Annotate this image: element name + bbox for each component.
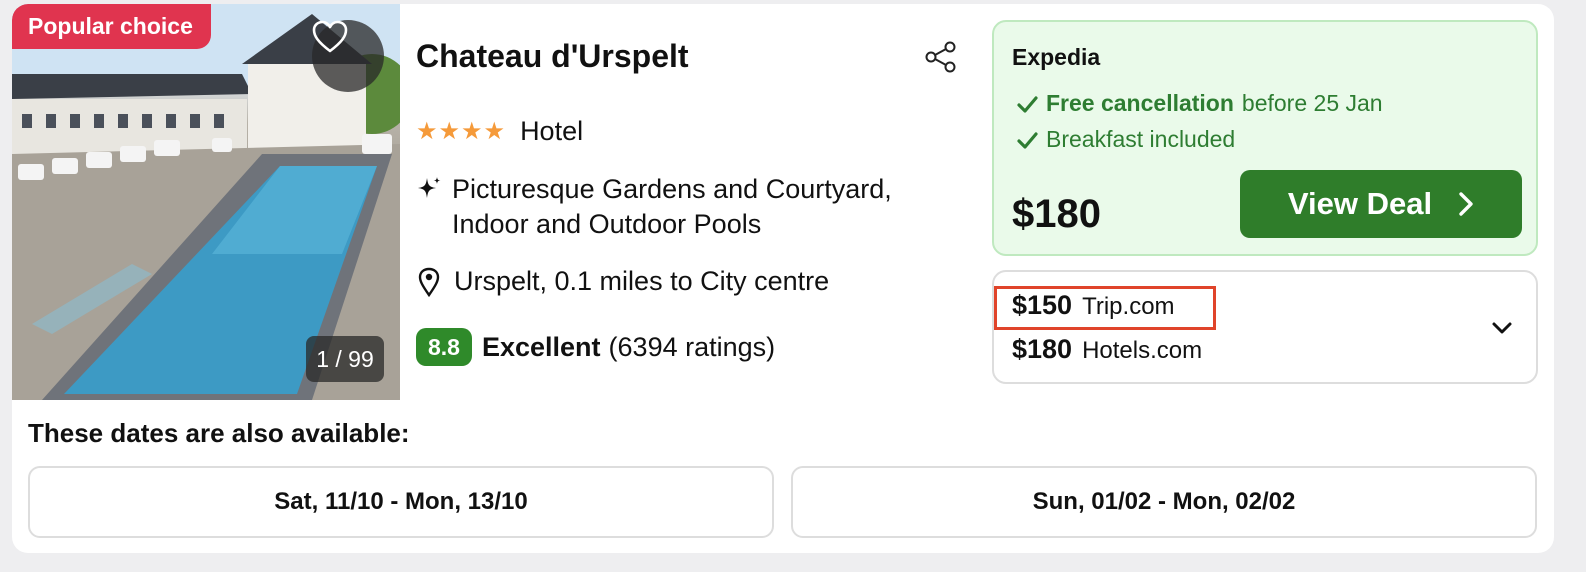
check-icon — [1017, 95, 1038, 113]
perk-breakfast: Breakfast included — [1016, 126, 1235, 153]
other-offers[interactable]: $150 Trip.com $180 Hotels.com — [992, 270, 1538, 384]
chevron-down-icon[interactable] — [1490, 316, 1514, 340]
share-button[interactable] — [924, 40, 958, 74]
perk-text: before 25 Jan — [1241, 90, 1383, 116]
view-deal-button[interactable]: View Deal — [1240, 170, 1522, 238]
offer-row[interactable]: $180 Hotels.com — [1012, 334, 1202, 365]
share-icon — [925, 41, 956, 73]
hotel-info: Chateau d'Urspelt ★★★★ Hotel Picturesque… — [416, 4, 976, 400]
location-row: Urspelt, 0.1 miles to City centre — [416, 266, 829, 297]
chevron-right-icon — [1459, 192, 1473, 216]
hotel-photo[interactable]: Popular choice 1 / 99 — [12, 4, 400, 400]
hotel-name[interactable]: Chateau d'Urspelt — [416, 38, 689, 75]
offer-price: $150 — [1012, 290, 1073, 320]
date-option-button[interactable]: Sat, 11/10 - Mon, 13/10 — [28, 466, 774, 538]
perk-text: Breakfast included — [1046, 126, 1236, 152]
perk-free-cancellation: Free cancellation before 25 Jan — [1016, 90, 1383, 117]
rating-row: 8.8 Excellent (6394 ratings) — [416, 328, 775, 366]
location-text: Urspelt, 0.1 miles to City centre — [454, 266, 830, 296]
photo-counter: 1 / 99 — [306, 336, 384, 382]
deal-provider: Expedia — [1012, 44, 1101, 70]
offer-site: Trip.com — [1082, 293, 1175, 320]
alternate-dates-title: These dates are also available: — [28, 418, 410, 448]
offer-price: $180 — [1012, 334, 1073, 364]
rating-score-badge: 8.8 — [416, 328, 472, 366]
offer-row[interactable]: $150 Trip.com — [1012, 290, 1175, 321]
heart-icon — [312, 20, 348, 53]
hotel-class-row: ★★★★ Hotel — [416, 116, 583, 147]
popular-choice-badge: Popular choice — [12, 4, 211, 49]
hotel-listing-card[interactable]: Popular choice 1 / 99 Chateau d'Urspelt … — [12, 4, 1554, 553]
offer-site: Hotels.com — [1082, 337, 1203, 364]
check-icon — [1017, 131, 1038, 149]
perk-strong: Free cancellation — [1046, 90, 1234, 116]
feature-text: Picturesque Gardens and Courtyard, Indoo… — [452, 174, 892, 239]
deal-price: $180 — [1012, 192, 1101, 236]
location-pin-icon — [418, 267, 440, 297]
rating-label: Excellent — [481, 331, 601, 362]
date-option-button[interactable]: Sun, 01/02 - Mon, 02/02 — [791, 466, 1537, 538]
feature-row: Picturesque Gardens and Courtyard, Indoo… — [416, 172, 952, 242]
hotel-type: Hotel — [520, 116, 584, 146]
rating-count: (6394 ratings) — [608, 331, 776, 362]
view-deal-label: View Deal — [1287, 186, 1433, 221]
star-rating: ★★★★ — [416, 118, 507, 145]
featured-deal[interactable]: Expedia Free cancellation before 25 Jan … — [992, 20, 1538, 256]
sparkle-icon — [418, 177, 441, 198]
favorite-button[interactable] — [312, 20, 384, 92]
